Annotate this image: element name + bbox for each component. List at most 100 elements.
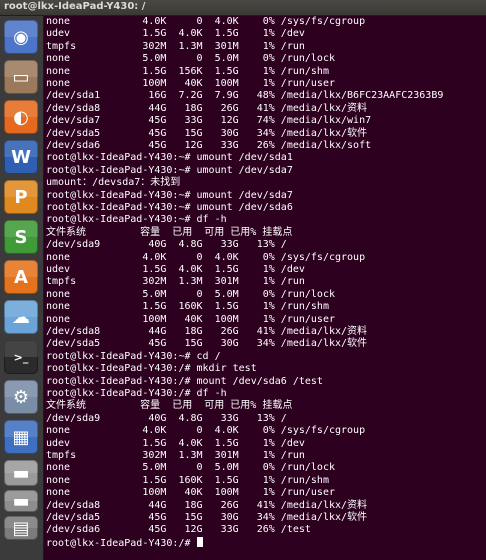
terminal-line: root@lkx-IdeaPad-Y430:~# umount /dev/sda…	[46, 165, 293, 177]
terminal-line-text: none 1.5G 156K 1.5G 1% /run/shm	[46, 65, 329, 77]
ubuntu-dash-icon[interactable]: ◉	[4, 20, 38, 54]
workspace-switcher-icon[interactable]: ▦	[4, 420, 38, 454]
terminal-line-text: /dev/sda5 45G 15G 30G 34% /media/lkx/软件	[46, 338, 368, 350]
terminal-line: umount：/devsda7：未找到	[46, 177, 180, 189]
terminal-line: /dev/sda5 45G 15G 30G 34% /media/lkx/软件	[46, 128, 367, 140]
terminal-line-text: tmpfs 302M 1.3M 301M 1% /run	[46, 450, 305, 461]
terminal-line-text: none 100M 40K 100M 1% /run/user	[46, 78, 335, 89]
terminal-line: /dev/sda5 45G 15G 30G 34% /media/lkx/软件	[46, 512, 367, 524]
terminal-line: /dev/sda8 44G 18G 26G 41% /media/lkx/资料	[46, 103, 367, 115]
terminal-line: udev 1.5G 4.0K 1.5G 1% /dev	[46, 438, 305, 450]
drive-icon[interactable]: ▬	[4, 460, 38, 486]
terminal-line-text: none 1.5G 160K 1.5G 1% /run/shm	[46, 301, 329, 313]
terminal-line: none 100M 40K 100M 1% /run/user	[46, 78, 335, 90]
terminal-line: root@lkx-IdeaPad-Y430:~# umount /dev/sda…	[46, 190, 293, 202]
terminal-line: tmpfs 302M 1.3M 301M 1% /run	[46, 450, 305, 462]
wps-writer-icon[interactable]: W	[4, 140, 38, 174]
terminal-line: none 1.5G 160K 1.5G 1% /run/shm	[46, 475, 329, 487]
terminal-line-text: 文件系统 容量 已用 可用 已用% 挂载点	[46, 400, 293, 412]
terminal-line-text: /dev/sda1 16G 7.2G 7.9G 48% /media/lkx/B…	[46, 90, 444, 102]
terminal-line-text: none 4.0K 0 4.0K 0% /sys/fs/cgroup	[46, 16, 366, 27]
terminal-line: none 100M 40K 100M 1% /run/user	[46, 487, 335, 499]
terminal-line-text: none 5.0M 0 5.0M 0% /run/lock	[46, 288, 335, 300]
terminal-line: root@lkx-IdeaPad-Y430:/#	[46, 536, 203, 549]
terminal-line: tmpfs 302M 1.3M 301M 1% /run	[46, 41, 305, 53]
terminal-line: udev 1.5G 4.0K 1.5G 1% /dev	[46, 28, 305, 40]
terminal-output[interactable]: none 4.0K 0 4.0K 0% /sys/fs/cgroup udev 1…	[44, 16, 486, 560]
terminal-line: none 100M 40K 100M 1% /run/user	[46, 314, 335, 326]
terminal-line: /dev/sda9 40G 4.8G 33G 13% /	[46, 413, 287, 425]
terminal-line: udev 1.5G 4.0K 1.5G 1% /dev	[46, 264, 305, 276]
terminal-line: tmpfs 302M 1.3M 301M 1% /run	[46, 276, 305, 288]
window-titlebar[interactable]: root@lkx-IdeaPad-Y430: /	[0, 0, 486, 16]
terminal-line-text: /dev/sda9 40G 4.8G 33G 13% /	[46, 239, 287, 251]
firefox-icon[interactable]: ◐	[4, 100, 38, 134]
terminal-line-text: root@lkx-IdeaPad-Y430:/#	[46, 537, 197, 549]
terminal-line-text: root@lkx-IdeaPad-Y430:/# mount /dev/sda6…	[46, 375, 323, 387]
terminal-line: none 4.0K 0 4.0K 0% /sys/fs/cgroup	[46, 425, 365, 437]
terminal-line: none 4.0K 0 4.0K 0% /sys/fs/cgroup	[46, 16, 365, 28]
terminal-line-text: root@lkx-IdeaPad-Y430:~# cd /	[46, 350, 221, 362]
terminal-line-text: udev 1.5G 4.0K 1.5G 1% /dev	[46, 437, 305, 449]
terminal-line-text: /dev/sda8 44G 18G 26G 41% /media/lkx/资料	[46, 102, 368, 114]
terminal-line: none 5.0M 0 5.0M 0% /run/lock	[46, 289, 335, 301]
terminal-line-text: /dev/sda8 44G 18G 26G 41% /media/lkx/资料	[46, 499, 368, 511]
terminal-line-text: none 5.0M 0 5.0M 0% /run/lock	[46, 462, 335, 474]
window-title: root@lkx-IdeaPad-Y430: /	[4, 1, 146, 12]
terminal-cursor	[196, 536, 203, 547]
terminal-line-text: /dev/sda7 45G 33G 12G 74% /media/lkx/win…	[46, 115, 372, 127]
terminal-line-text: root@lkx-IdeaPad-Y430:/# df -h	[46, 388, 227, 399]
terminal-line-text: umount：/devsda7：未找到	[46, 177, 181, 189]
terminal-line-text: root@lkx-IdeaPad-Y430:~# umount /dev/sda…	[46, 202, 293, 213]
terminal-line-text: tmpfs 302M 1.3M 301M 1% /run	[46, 40, 305, 52]
terminal-line-text: root@lkx-IdeaPad-Y430:~# umount /dev/sda…	[46, 164, 293, 176]
unity-launcher: ◉ ▭ ◐ W P S A ☁ >_ ⚙ ▦ ▬ ▬ ▤	[0, 16, 44, 560]
terminal-line: /dev/sda9 40G 4.8G 33G 13% /	[46, 239, 287, 251]
terminal-line: /dev/sda8 44G 18G 26G 41% /media/lkx/资料	[46, 500, 367, 512]
trash-icon[interactable]: ▤	[4, 516, 38, 540]
terminal-line: root@lkx-IdeaPad-Y430:/# df -h	[46, 388, 227, 400]
ubuntu-one-icon[interactable]: ☁	[4, 300, 38, 334]
terminal-line: none 4.0K 0 4.0K 0% /sys/fs/cgroup	[46, 252, 365, 264]
terminal-line-text: /dev/sda5 45G 15G 30G 34% /media/lkx/软件	[46, 512, 368, 523]
terminal-line: root@lkx-IdeaPad-Y430:~# df -h	[46, 214, 227, 226]
terminal-line: /dev/sda6 45G 12G 33G 26% /test	[46, 524, 311, 536]
terminal-line: 文件系统 容量 已用 可用 已用% 挂载点	[46, 227, 292, 239]
terminal-line-text: /dev/sda6 45G 12G 33G 26% /media/lkx/sof…	[46, 140, 372, 151]
terminal-line: root@lkx-IdeaPad-Y430:~# cd /	[46, 351, 221, 363]
terminal-line-text: udev 1.5G 4.0K 1.5G 1% /dev	[46, 264, 305, 275]
software-center-icon[interactable]: A	[4, 260, 38, 294]
terminal-line: root@lkx-IdeaPad-Y430:/# mkdir test	[46, 363, 257, 375]
terminal-line: root@lkx-IdeaPad-Y430:/# mount /dev/sda6…	[46, 376, 323, 388]
terminal-line: /dev/sda7 45G 33G 12G 74% /media/lkx/win…	[46, 115, 371, 127]
terminal-line-text: /dev/sda9 40G 4.8G 33G 13% /	[46, 412, 287, 424]
terminal-line-text: none 5.0M 0 5.0M 0% /run/lock	[46, 53, 335, 65]
terminal-line: /dev/sda6 45G 12G 33G 26% /media/lkx/sof…	[46, 140, 371, 152]
terminal-line: none 1.5G 160K 1.5G 1% /run/shm	[46, 301, 329, 313]
terminal-icon[interactable]: >_	[4, 340, 38, 374]
terminal-line: /dev/sda1 16G 7.2G 7.9G 48% /media/lkx/B…	[46, 90, 443, 102]
terminal-line-text: tmpfs 302M 1.3M 301M 1% /run	[46, 276, 305, 288]
terminal-line: none 5.0M 0 5.0M 0% /run/lock	[46, 462, 335, 474]
terminal-line: 文件系统 容量 已用 可用 已用% 挂载点	[46, 400, 292, 412]
terminal-line-text: root@lkx-IdeaPad-Y430:~# df -h	[46, 214, 227, 226]
terminal-line: root@lkx-IdeaPad-Y430:~# umount /dev/sda…	[46, 152, 293, 164]
terminal-line-text: none 4.0K 0 4.0K 0% /sys/fs/cgroup	[46, 425, 366, 437]
terminal-line-text: root@lkx-IdeaPad-Y430:~# umount /dev/sda…	[46, 189, 293, 201]
terminal-line-text: none 100M 40K 100M 1% /run/user	[46, 313, 335, 325]
terminal-line-text: none 100M 40K 100M 1% /run/user	[46, 487, 335, 499]
terminal-line: none 1.5G 156K 1.5G 1% /run/shm	[46, 66, 329, 78]
wps-spreadsheets-icon[interactable]: S	[4, 220, 38, 254]
terminal-line-text: udev 1.5G 4.0K 1.5G 1% /dev	[46, 28, 305, 40]
terminal-line-text: /dev/sda5 45G 15G 30G 34% /media/lkx/软件	[46, 127, 368, 139]
files-icon[interactable]: ▭	[4, 60, 38, 94]
wps-presentation-icon[interactable]: P	[4, 180, 38, 214]
terminal-line-text: none 4.0K 0 4.0K 0% /sys/fs/cgroup	[46, 251, 366, 263]
terminal-line: /dev/sda5 45G 15G 30G 34% /media/lkx/软件	[46, 338, 367, 350]
terminal-line-text: none 1.5G 160K 1.5G 1% /run/shm	[46, 474, 329, 486]
terminal-line-text: root@lkx-IdeaPad-Y430:~# umount /dev/sda…	[46, 152, 293, 164]
drive-icon-2[interactable]: ▬	[4, 490, 38, 512]
terminal-line: /dev/sda8 44G 18G 26G 41% /media/lkx/资料	[46, 326, 367, 338]
system-settings-icon[interactable]: ⚙	[4, 380, 38, 414]
terminal-line: root@lkx-IdeaPad-Y430:~# umount /dev/sda…	[46, 202, 293, 214]
